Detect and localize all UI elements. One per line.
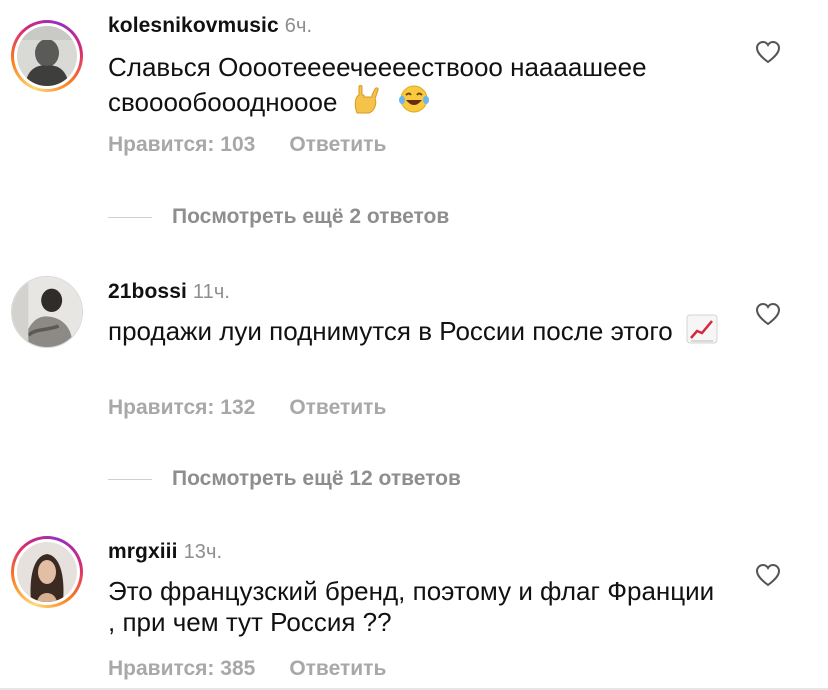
likes-count[interactable]: Нравится: 132 xyxy=(108,396,255,419)
laughing-tears-emoji xyxy=(398,85,429,113)
comment-text: Славься Оооотеееечеееествооо наааашеее с… xyxy=(108,52,728,118)
avatar[interactable] xyxy=(11,20,83,92)
likes-count[interactable]: Нравится: 103 xyxy=(108,133,255,156)
comment-actions: Нравится: 132 Ответить xyxy=(108,396,420,420)
avatar-image xyxy=(12,277,82,347)
comment-time: 11ч. xyxy=(192,281,231,303)
comment-actions: Нравится: 385 Ответить xyxy=(108,657,420,681)
heart-icon[interactable] xyxy=(755,563,781,587)
comment-username[interactable]: kolesnikovmusic 6ч. xyxy=(108,14,312,38)
comment-text: продажи луи поднимутся в России после эт… xyxy=(108,314,728,347)
reply-button[interactable]: Ответить xyxy=(289,657,386,680)
love-you-gesture-emoji xyxy=(354,85,379,114)
comment-actions: Нравится: 103 Ответить xyxy=(108,133,420,157)
replies-divider xyxy=(108,216,152,218)
view-more-replies-label: Посмотреть ещё 2 ответов xyxy=(172,205,450,228)
chart-increasing-emoji xyxy=(686,314,718,344)
view-more-replies[interactable]: Посмотреть ещё 12 ответов xyxy=(108,467,461,491)
reply-button[interactable]: Ответить xyxy=(289,133,386,156)
heart-icon[interactable] xyxy=(755,40,781,64)
avatar-image xyxy=(17,26,77,86)
view-more-replies-label: Посмотреть ещё 12 ответов xyxy=(172,467,461,490)
comment-time: 6ч. xyxy=(284,15,313,37)
comment-time: 13ч. xyxy=(183,541,223,563)
avatar[interactable] xyxy=(11,536,83,608)
comment-username[interactable]: mrgxiii 13ч. xyxy=(108,540,222,564)
reply-button[interactable]: Ответить xyxy=(289,396,386,419)
view-more-replies[interactable]: Посмотреть ещё 2 ответов xyxy=(108,205,449,229)
comment-text: Это французский бренд, поэтому и флаг Фр… xyxy=(108,576,728,638)
comment-text-body: продажи луи поднимутся в России после эт… xyxy=(108,316,673,346)
avatar[interactable] xyxy=(11,276,83,348)
replies-divider xyxy=(108,478,152,480)
avatar-image xyxy=(17,542,77,602)
comment-text-body: Это французский бренд, поэтому и флаг Фр… xyxy=(108,576,715,637)
heart-icon[interactable] xyxy=(755,302,781,326)
likes-count[interactable]: Нравится: 385 xyxy=(108,657,255,680)
comment-username[interactable]: 21bossi 11ч. xyxy=(108,280,230,304)
